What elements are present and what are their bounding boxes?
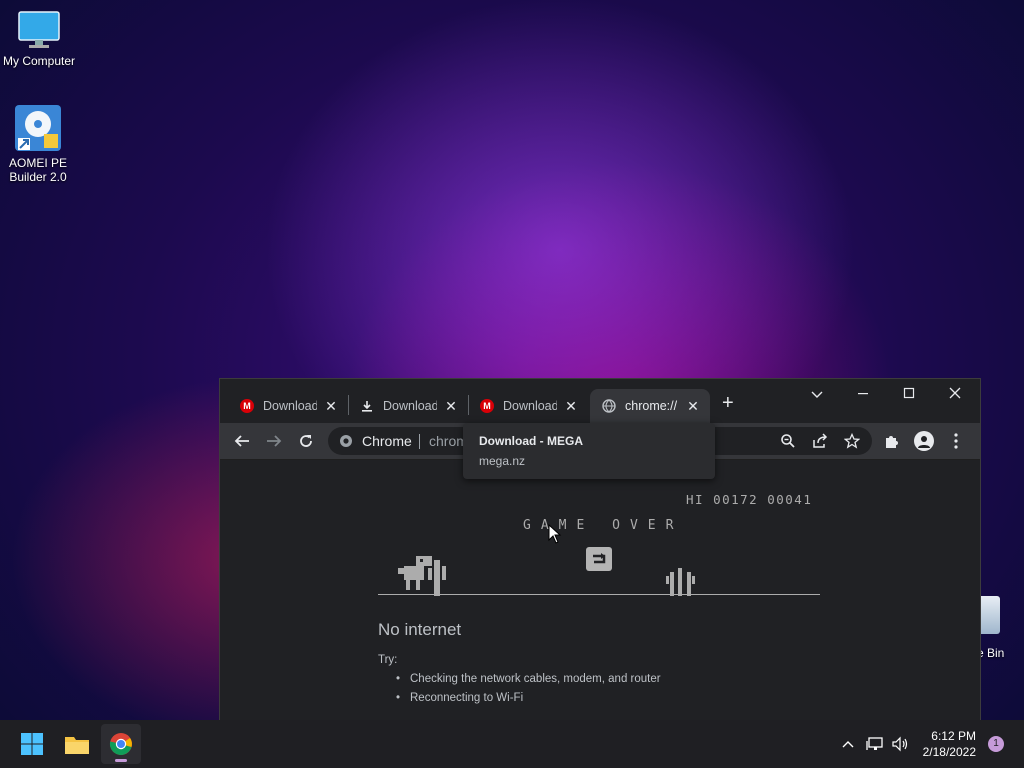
folder-icon	[65, 737, 89, 754]
close-icon[interactable]: ✕	[443, 398, 459, 415]
back-button[interactable]	[232, 431, 252, 451]
reload-icon	[300, 435, 312, 447]
suggestion-item: Checking the network cables, modem, and …	[396, 673, 661, 685]
mega-logo-icon: M	[480, 399, 494, 413]
origin-chip: Chrome	[362, 433, 412, 449]
taskbar: 6:12 PM 2/18/2022	[0, 720, 1024, 768]
chevron-down-icon	[811, 391, 823, 398]
star-icon	[844, 433, 860, 449]
minimize-icon	[858, 393, 868, 395]
chevron-up-icon	[842, 741, 854, 748]
try-label: Try:	[378, 654, 398, 666]
minimize-button[interactable]	[840, 379, 886, 409]
share-button[interactable]	[810, 431, 830, 451]
chrome-logo-icon	[109, 733, 132, 755]
close-icon[interactable]: ✕	[685, 398, 701, 415]
active-app-indicator	[115, 759, 127, 762]
hover-card-domain: mega.nz	[479, 454, 526, 468]
aomei-disc-icon	[14, 104, 62, 152]
close-icon[interactable]: ✕	[563, 398, 579, 415]
desktop-icon-aomei[interactable]: AOMEI PE Builder 2.0	[0, 104, 76, 184]
clock-date: 2/18/2022	[922, 745, 976, 759]
notification-badge[interactable]: 1	[988, 736, 1004, 752]
desktop-icon-label: My Computer	[2, 54, 76, 68]
tab-hover-card: Download - MEGA mega.nz	[463, 423, 715, 479]
tab-chrome-network-error[interactable]: chrome:// ✕	[590, 389, 710, 423]
arrow-right-icon	[267, 435, 282, 447]
forward-button[interactable]	[264, 431, 284, 451]
menu-button[interactable]	[946, 431, 966, 451]
start-button[interactable]	[12, 724, 52, 764]
file-explorer-button[interactable]	[57, 724, 97, 764]
arrow-left-icon	[234, 435, 249, 447]
page-content: HI 00172 00041 GAME OVER No internet Try…	[220, 460, 980, 721]
puzzle-piece-icon	[886, 436, 898, 448]
extensions-button[interactable]	[882, 431, 902, 451]
tab-strip: M Download ✕ Download ✕ M Download ✕ chr…	[220, 379, 980, 423]
person-icon	[918, 436, 930, 448]
tab-search-button[interactable]	[794, 379, 840, 409]
magnifier-icon	[781, 434, 795, 448]
restart-icon	[593, 553, 606, 564]
close-icon[interactable]: ✕	[323, 398, 339, 415]
zoom-button[interactable]	[778, 431, 798, 451]
globe-icon	[602, 399, 616, 413]
mouse-cursor-icon	[548, 524, 562, 544]
mega-logo-icon: M	[240, 399, 254, 413]
clock[interactable]: 6:12 PM 2/18/2022	[910, 728, 976, 760]
network-disconnected-icon	[866, 737, 883, 750]
suggestion-item: Reconnecting to Wi-Fi	[396, 692, 523, 704]
more-vert-icon	[954, 433, 958, 449]
profile-button[interactable]	[914, 431, 934, 451]
close-icon	[949, 387, 961, 399]
show-hidden-icons-button[interactable]	[838, 720, 858, 768]
desktop-icon-my-computer[interactable]: My Computer	[1, 10, 77, 68]
error-heading: No internet	[378, 620, 462, 639]
tab-title: chrome://	[625, 399, 678, 413]
chrome-taskbar-button[interactable]	[101, 724, 141, 764]
share-icon	[813, 433, 828, 448]
reload-button[interactable]	[296, 431, 316, 451]
monitor-icon	[17, 10, 61, 50]
cactus-icon	[666, 568, 695, 596]
volume-button[interactable]	[890, 720, 912, 768]
desktop-icon-label: e Bin	[977, 646, 1005, 660]
tab-title: Download	[503, 399, 557, 413]
bookmark-button[interactable]	[842, 431, 862, 451]
tab-download-mega-3[interactable]: M Download ✕	[460, 389, 588, 423]
tab-title: Download	[263, 399, 317, 413]
clock-time: 6:12 PM	[931, 729, 976, 743]
download-arrow-icon	[360, 399, 374, 413]
chrome-logo-icon	[339, 434, 353, 448]
maximize-icon	[903, 387, 915, 399]
tab-title: Download	[383, 399, 437, 413]
tab-download-mega-1[interactable]: M Download ✕	[220, 389, 348, 423]
close-window-button[interactable]	[932, 379, 978, 409]
hover-card-title: Download - MEGA	[479, 434, 583, 448]
restart-button[interactable]	[586, 547, 612, 571]
tab-download-2[interactable]: Download ✕	[340, 389, 468, 423]
score-display: HI 00172 00041	[686, 492, 813, 507]
speaker-icon	[892, 736, 908, 752]
network-button[interactable]	[864, 720, 886, 768]
recycle-bin-icon	[978, 596, 1000, 634]
maximize-button[interactable]	[886, 379, 932, 409]
cactus-icon	[428, 560, 446, 596]
desktop-icon-label: AOMEI PE Builder 2.0	[8, 156, 67, 184]
game-ground-line	[378, 594, 820, 595]
omnibox-divider	[419, 434, 420, 449]
windows-logo-icon	[21, 733, 43, 755]
new-tab-button[interactable]: +	[722, 393, 734, 413]
